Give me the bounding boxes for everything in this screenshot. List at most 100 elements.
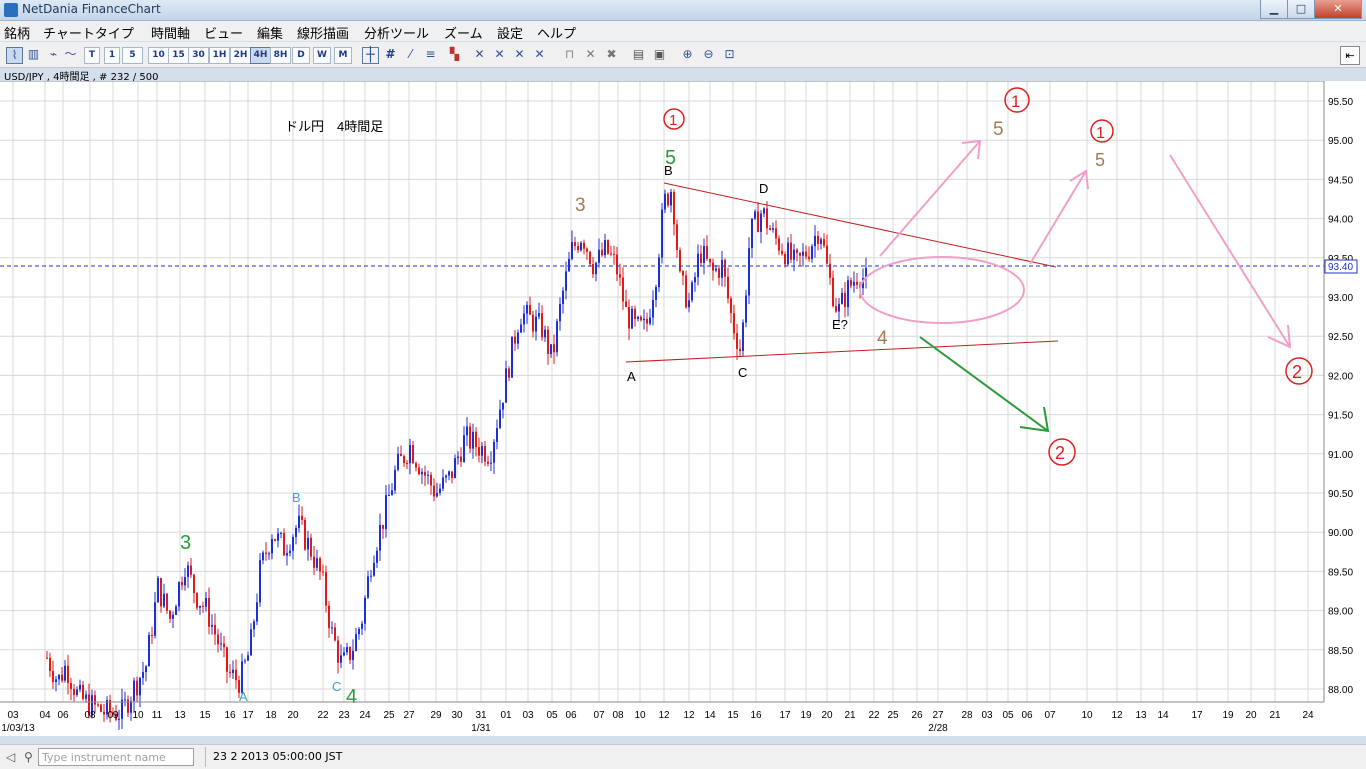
candle-down — [628, 307, 630, 329]
menu-zoom[interactable]: ズーム — [444, 23, 483, 42]
candle-up — [55, 679, 57, 683]
wave-tool-3-icon[interactable]: ✕ — [512, 47, 527, 62]
hline-tool-icon[interactable]: ≡ — [423, 47, 438, 62]
instrument-search-input[interactable] — [38, 748, 194, 766]
line-tool-icon[interactable]: ⁄ — [403, 47, 418, 62]
chart-bar-icon[interactable]: ▥ — [26, 47, 41, 62]
delete-icon[interactable]: ✕ — [583, 47, 598, 62]
wave-tool-2-icon[interactable]: ✕ — [492, 47, 507, 62]
candle-up — [643, 318, 645, 321]
menu-symbol[interactable]: 銘柄 — [4, 23, 30, 42]
zoom-fit-icon[interactable]: ⊡ — [722, 47, 737, 62]
candle-down — [160, 578, 162, 607]
timeframe-d-button[interactable]: D — [292, 47, 310, 64]
zoom-out-icon[interactable]: ⊖ — [701, 47, 716, 62]
menu-analysis-tools[interactable]: 分析ツール — [364, 23, 429, 42]
candle-down — [349, 646, 351, 660]
candle-down — [229, 671, 231, 674]
candle-up — [502, 402, 504, 410]
candle-up — [79, 684, 81, 690]
chart-line-icon[interactable]: ⌇ — [6, 47, 23, 64]
candle-up — [376, 550, 378, 563]
pin-button[interactable]: ⇤ — [1340, 46, 1360, 65]
timeframe-m-button[interactable]: M — [334, 47, 352, 64]
timeframe-30-button[interactable]: 30 — [188, 47, 209, 64]
timeframe-1h-button[interactable]: 1H — [209, 47, 230, 64]
candle-up — [157, 578, 159, 603]
candle-down — [676, 224, 678, 250]
timeframe-1-button[interactable]: 1 — [104, 47, 120, 64]
wave-5-brown-a: 5 — [993, 119, 1004, 140]
x-tick-label: 17 — [779, 710, 791, 721]
menu-bar: 銘柄 チャートタイプ 時間軸 ビュー 編集 線形描画 分析ツール ズーム 設定 … — [0, 21, 1366, 42]
candle-down — [574, 242, 576, 247]
timeframe-10-button[interactable]: 10 — [148, 47, 169, 64]
candle-up — [445, 475, 447, 478]
menu-view[interactable]: ビュー — [204, 23, 243, 42]
search-icon[interactable]: ⚲ — [24, 750, 33, 764]
chart-area-icon[interactable]: ⌁ — [46, 47, 61, 62]
grid-icon[interactable]: # — [383, 47, 398, 62]
candle-down — [418, 467, 420, 475]
magnet-icon[interactable]: ⊓ — [562, 47, 577, 62]
y-tick-label: 95.00 — [1328, 136, 1353, 147]
x-month-label: 2/28 — [928, 723, 948, 734]
candle-up — [436, 492, 438, 497]
x-tick-label: 04 — [39, 710, 51, 721]
label-b-blue: B — [292, 490, 301, 505]
indicator-icon[interactable]: ▚ — [447, 47, 462, 62]
x-tick-label: 21 — [844, 710, 856, 721]
menu-help[interactable]: ヘルプ — [537, 23, 576, 42]
menu-time-axis[interactable]: 時間軸 — [151, 23, 190, 42]
chart-area[interactable]: ドル円 4時間足 1 1 1 2 2 5 3 4 3 4 5 5 A B C D… — [0, 81, 1366, 736]
timeframe-8h-button[interactable]: 8H — [270, 47, 291, 64]
close-button[interactable]: ✕ — [1314, 0, 1362, 19]
wave-tool-4-icon[interactable]: ✕ — [532, 47, 547, 62]
candle-down — [166, 593, 168, 611]
candle-up — [439, 488, 441, 493]
candle-up — [205, 598, 207, 607]
pink-arrow-up-1 — [879, 139, 982, 257]
minimize-button[interactable]: ▁ — [1260, 0, 1288, 19]
candle-down — [97, 704, 99, 706]
timeframe-t-button[interactable]: T — [84, 47, 100, 64]
crosshair-icon[interactable]: ┼ — [362, 47, 379, 64]
chart-wave-icon[interactable]: 〜 — [63, 47, 78, 62]
menu-line-drawing[interactable]: 線形描画 — [297, 23, 349, 42]
timeframe-15-button[interactable]: 15 — [168, 47, 189, 64]
x-tick-label: 14 — [704, 710, 716, 721]
y-tick-label: 90.00 — [1328, 528, 1353, 539]
timeframe-5-button[interactable]: 5 — [122, 47, 143, 64]
maximize-button[interactable]: □ — [1287, 0, 1315, 19]
candle-up — [466, 426, 468, 436]
arrow-icon[interactable]: ◁ — [6, 750, 15, 764]
wave-2-label-b: 2 — [1292, 362, 1302, 382]
candle-up — [358, 628, 360, 635]
candle-up — [649, 317, 651, 324]
candle-up — [292, 537, 294, 551]
x-tick-label: 20 — [1245, 710, 1257, 721]
candle-up — [598, 249, 600, 263]
candle-down — [337, 640, 339, 663]
candle-up — [550, 344, 552, 355]
x-tick-label: 12 — [658, 710, 670, 721]
candle-down — [844, 292, 846, 308]
menu-edit[interactable]: 編集 — [257, 23, 283, 42]
print-preview-icon[interactable]: ▣ — [652, 47, 667, 62]
menu-settings[interactable]: 設定 — [497, 23, 523, 42]
timeframe-w-button[interactable]: W — [313, 47, 331, 64]
price-chart[interactable]: ドル円 4時間足 1 1 1 2 2 5 3 4 3 4 5 5 A B C D… — [0, 81, 1366, 736]
y-tick-label: 89.50 — [1328, 567, 1353, 578]
candle-up — [715, 268, 717, 271]
print-icon[interactable]: ▤ — [631, 47, 646, 62]
menu-chart-type[interactable]: チャートタイプ — [43, 23, 134, 42]
candle-up — [145, 666, 147, 673]
wave-tool-1-icon[interactable]: ✕ — [472, 47, 487, 62]
timeframe-4h-button[interactable]: 4H — [250, 47, 271, 64]
zoom-in-icon[interactable]: ⊕ — [680, 47, 695, 62]
candle-down — [406, 463, 408, 465]
candle-up — [163, 593, 165, 607]
timeframe-2h-button[interactable]: 2H — [230, 47, 251, 64]
delete-all-icon[interactable]: ✖ — [604, 47, 619, 62]
candle-up — [772, 228, 774, 230]
